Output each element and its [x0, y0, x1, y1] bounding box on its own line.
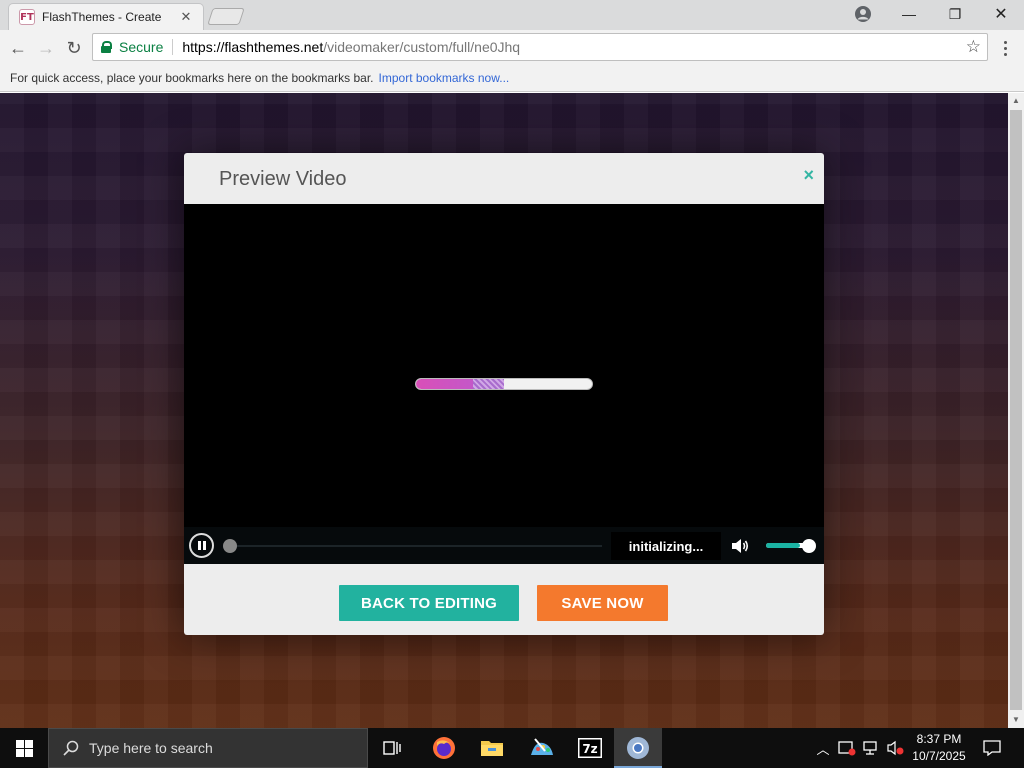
paint-app-icon[interactable]	[518, 728, 566, 768]
flashthemes-favicon-icon: FT	[19, 9, 35, 25]
new-tab-button[interactable]	[207, 8, 245, 25]
reload-icon[interactable]: ↻	[62, 36, 86, 60]
svg-text:7z: 7z	[582, 742, 597, 756]
bookmark-star-icon[interactable]: ☆	[966, 37, 981, 57]
firefox-icon[interactable]	[420, 728, 468, 768]
bookmarks-bar: For quick access, place your bookmarks h…	[0, 66, 1024, 92]
browser-tab-strip: FT FlashThemes - Create ✕ — ❐ ✕	[0, 0, 1024, 30]
back-to-editing-button[interactable]: BACK TO EDITING	[339, 585, 519, 621]
import-bookmarks-link[interactable]: Import bookmarks now...	[379, 71, 510, 85]
volume-muted-icon[interactable]	[884, 728, 906, 768]
notifications-icon[interactable]	[980, 728, 1004, 768]
seek-bar[interactable]	[226, 545, 602, 547]
task-view-icon[interactable]	[368, 728, 416, 768]
browser-menu-icon[interactable]	[998, 36, 1012, 60]
lock-icon	[101, 41, 112, 53]
volume-handle[interactable]	[802, 539, 816, 553]
volume-level	[766, 543, 801, 548]
dialog-title: Preview Video	[219, 168, 347, 190]
scroll-thumb[interactable]	[1010, 110, 1022, 710]
minimize-button[interactable]: —	[886, 0, 932, 28]
url-host: https://flashthemes.net	[182, 39, 324, 55]
preview-video-dialog: Preview Video × initializing... BACK TO …	[184, 153, 824, 635]
save-now-button[interactable]: SAVE NOW	[537, 585, 668, 621]
profile-avatar-icon[interactable]	[854, 5, 872, 23]
system-clock[interactable]: 8:37 PM 10/7/2025	[904, 731, 974, 765]
search-icon	[63, 740, 79, 756]
scroll-down-arrow-icon[interactable]: ▼	[1008, 712, 1024, 728]
windows-start-icon[interactable]	[0, 728, 48, 768]
video-player[interactable]: initializing...	[184, 204, 824, 564]
network-icon[interactable]	[860, 728, 882, 768]
pause-button[interactable]	[189, 533, 214, 558]
forward-arrow-icon[interactable]: →	[34, 36, 58, 60]
clock-time: 8:37 PM	[916, 732, 962, 746]
dialog-header: Preview Video ×	[184, 153, 824, 204]
page-scrollbar[interactable]: ▲ ▼	[1008, 93, 1024, 728]
windows-taskbar: Type here to search 7z ︿ 8:37 PM 10/7/20…	[0, 728, 1024, 768]
7zip-icon[interactable]: 7z	[566, 728, 614, 768]
loading-progress-bar	[415, 378, 593, 390]
tab-close-icon[interactable]: ✕	[178, 9, 194, 25]
dialog-close-icon[interactable]: ×	[803, 165, 814, 186]
secure-label: Secure	[119, 39, 164, 55]
taskbar-search-box[interactable]: Type here to search	[48, 728, 368, 768]
seek-handle[interactable]	[223, 539, 237, 553]
loading-progress-fill	[416, 379, 504, 389]
url-path: /videomaker/custom/full/ne0Jhq	[323, 39, 521, 55]
window-close-button[interactable]: ✕	[978, 0, 1024, 28]
clock-date: 10/7/2025	[912, 749, 966, 763]
address-bar[interactable]: Secure https://flashthemes.net/videomake…	[92, 33, 988, 61]
chrome-icon[interactable]	[614, 728, 662, 768]
bookmarks-message: For quick access, place your bookmarks h…	[10, 71, 374, 85]
dialog-footer: BACK TO EDITING SAVE NOW	[184, 564, 824, 635]
file-explorer-icon[interactable]	[468, 728, 516, 768]
security-alert-tray-icon[interactable]	[836, 728, 858, 768]
back-arrow-icon[interactable]: ←	[6, 36, 30, 60]
volume-speaker-icon[interactable]	[730, 536, 750, 556]
omnibox-divider	[172, 39, 174, 55]
browser-tab[interactable]: FT FlashThemes - Create ✕	[8, 3, 204, 30]
player-status: initializing...	[611, 532, 721, 560]
show-hidden-icons-icon[interactable]: ︿	[814, 728, 832, 768]
scroll-up-arrow-icon[interactable]: ▲	[1008, 93, 1024, 109]
tab-title: FlashThemes - Create	[42, 10, 162, 24]
player-controls: initializing...	[184, 527, 824, 564]
maximize-button[interactable]: ❐	[932, 0, 978, 28]
search-placeholder: Type here to search	[89, 740, 213, 756]
browser-toolbar: ← → ↻ Secure https://flashthemes.net/vid…	[0, 30, 1024, 66]
